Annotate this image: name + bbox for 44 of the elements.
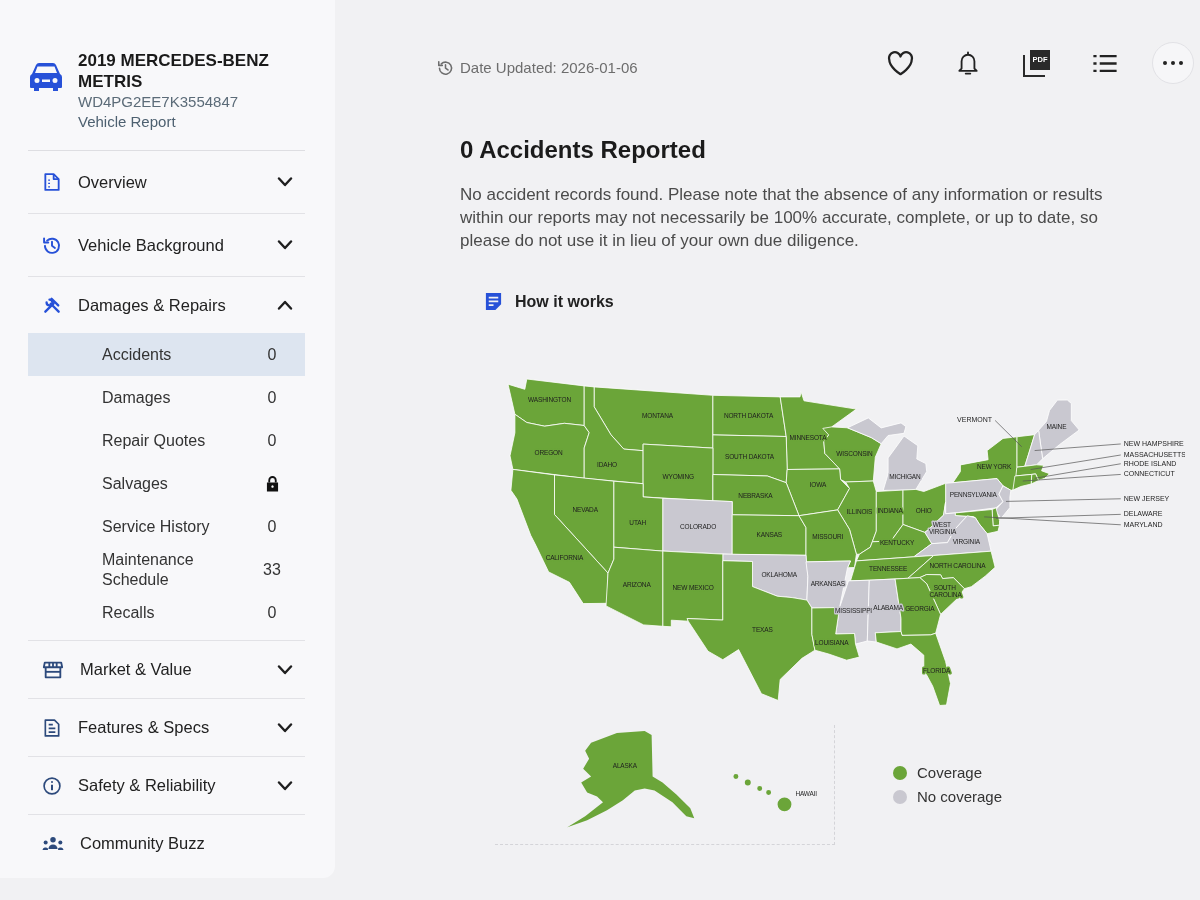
item-count: 0 — [266, 431, 278, 450]
info-icon — [42, 775, 62, 796]
car-icon — [28, 62, 64, 92]
nav-section[interactable]: Safety & Reliability — [28, 757, 305, 814]
nav-section[interactable]: Market & Value — [28, 641, 305, 698]
subnav-item[interactable]: Salvages — [28, 462, 305, 505]
item-count: 33 — [263, 560, 281, 579]
document-icon — [42, 172, 62, 192]
report-heading: 0 Accidents Reported — [460, 135, 707, 165]
item-count: 0 — [266, 345, 278, 364]
vehicle-title: 2019 MERCEDES-BENZ METRIS — [78, 50, 270, 92]
item-count: 0 — [266, 388, 278, 407]
subnav-item[interactable]: Accidents 0 — [28, 333, 305, 376]
item-count: 0 — [266, 517, 278, 536]
date-updated: Date Updated: 2026-01-06 — [460, 58, 638, 76]
legend-label: No coverage — [917, 788, 1003, 805]
leader-line — [994, 420, 1023, 448]
tools-icon — [42, 295, 62, 315]
document-icon — [42, 717, 62, 738]
item-count: 0 — [266, 603, 278, 622]
legend-label: Coverage — [917, 764, 983, 781]
subnav-item[interactable]: Repair Quotes 0 — [28, 419, 305, 462]
disclaimer-text: No accident records found. Please note that the absence of any information or results within our reports may not necessarily be 100% accurate, complete, or up to date, so please do not use it in lieu of your own due diligence. — [460, 184, 1104, 252]
bell-icon — [957, 51, 979, 75]
subnav-item[interactable]: Recalls 0 — [28, 591, 305, 634]
subnav-item[interactable]: Maintenance Schedule 33 — [28, 548, 305, 591]
more-icon — [1163, 61, 1183, 65]
note-icon — [484, 292, 503, 311]
how-it-works-link[interactable]: How it works — [484, 292, 614, 311]
list-icon — [1092, 53, 1118, 73]
nav-section[interactable]: Damages & Repairs — [28, 277, 305, 333]
vin-text: WD4PG2EE7K3554847 — [78, 92, 240, 112]
history-icon — [42, 235, 62, 255]
nav-section[interactable]: Features & Specs — [28, 699, 305, 756]
nav-section[interactable]: Overview — [28, 151, 305, 213]
nav-section[interactable]: Vehicle Background — [28, 214, 305, 276]
history-icon — [437, 58, 454, 76]
subnav-item[interactable]: Damages 0 — [28, 376, 305, 419]
more-button[interactable] — [1152, 42, 1194, 84]
subnav-item[interactable]: Service History 0 — [28, 505, 305, 548]
heart-icon — [886, 50, 914, 76]
nav-section[interactable]: Community Buzz — [28, 815, 305, 872]
report-type-label: Vehicle Report — [78, 112, 177, 132]
people-icon — [42, 836, 64, 851]
